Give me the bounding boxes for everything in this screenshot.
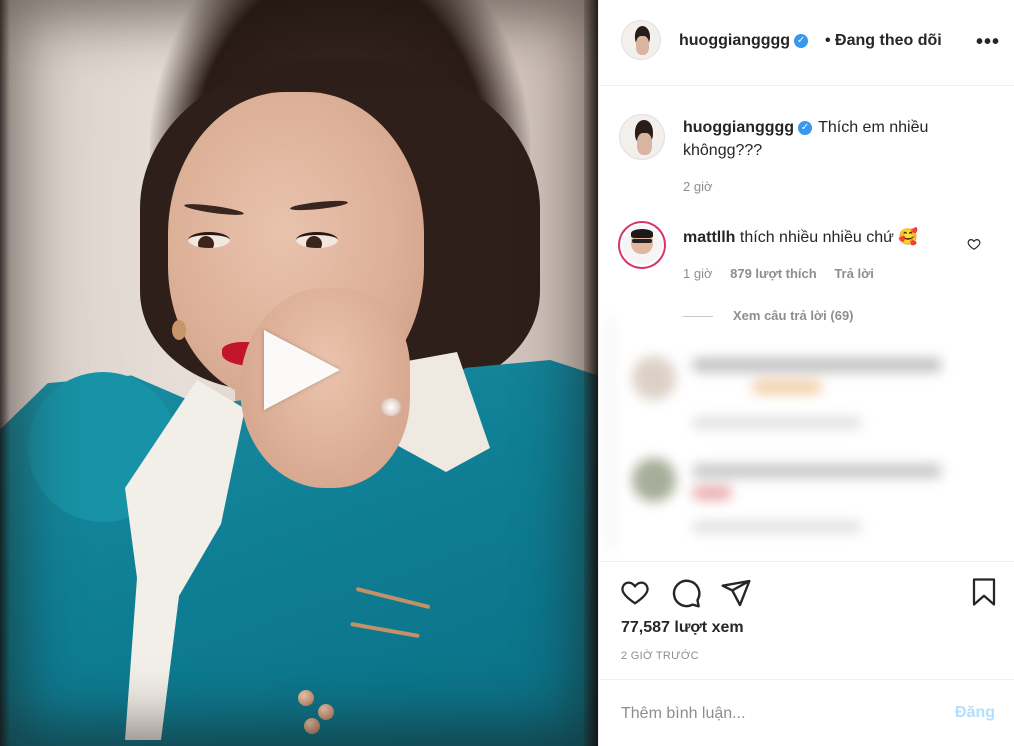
earring-shape [172,320,186,340]
play-icon [264,330,340,410]
commenter-avatar[interactable] [620,223,664,267]
avatar-hair [630,229,654,238]
comment-bubble-icon[interactable] [670,577,702,609]
right-eye [296,232,338,248]
replies-divider [683,316,713,317]
comments-section: huoggiangggg ✓ Thích em nhiều khôngg??? 2 … [599,86,1014,562]
caption-author-avatar[interactable] [619,114,665,160]
share-paper-plane-icon[interactable] [720,577,752,609]
blurred-text [692,358,942,372]
caption-time: 2 giờ [683,179,713,194]
film-edge-right [584,0,598,746]
like-heart-icon[interactable] [619,577,651,607]
blurred-meta [692,522,862,532]
play-button[interactable] [250,318,354,422]
blurred-text [692,464,942,478]
follow-status[interactable]: • Đang theo dõi [825,32,942,50]
blurred-emoji [692,486,732,500]
post-comment-button[interactable]: Đăng [955,704,995,722]
post-actions: 77,587 lượt xem 2 GIỜ TRƯỚC [599,562,1014,680]
jacket-button [304,718,320,734]
verified-badge-icon: ✓ [794,33,809,48]
save-bookmark-icon[interactable] [969,576,999,608]
blurred-meta [692,418,862,428]
author-username[interactable]: huoggiangggg ✓ [679,32,809,50]
comment-meta: 1 giờ 879 lượt thích Trả lời [683,266,874,281]
caption-username[interactable]: huoggiangggg [683,119,794,136]
posted-time: 2 GIỜ TRƯỚC [621,650,699,662]
add-comment-bar: Đăng [599,680,1014,746]
blurred-emoji [752,380,822,394]
post-sidebar: huoggiangggg ✓ • Đang theo dõi ••• huoggi… [598,0,1014,746]
comment-item: mattllh thích nhiều nhiều chứ 🥰 [683,226,963,249]
add-comment-input[interactable] [621,702,941,726]
left-eye [188,232,230,248]
post-header: huoggiangggg ✓ • Đang theo dõi ••• [599,0,1014,86]
avatar-glasses [632,239,652,244]
post-video[interactable] [0,0,598,746]
avatar-face [636,36,650,56]
comment-likes[interactable]: 879 lượt thích [730,266,817,281]
comment-like-heart-icon[interactable] [967,237,981,251]
jacket-button [298,690,314,706]
blurred-avatar [632,458,676,502]
avatar-face [636,132,652,155]
verified-badge-icon: ✓ [798,120,813,135]
username-text[interactable]: huoggiangggg [679,32,790,49]
reply-button[interactable]: Trả lời [834,266,874,281]
blurred-avatar [632,356,676,400]
comment-username[interactable]: mattllh [683,229,735,246]
comment-time: 1 giờ [683,266,713,281]
comment-text: thích nhiều nhiều chứ 🥰 [739,229,919,246]
ring-shape [380,398,402,416]
caption: huoggiangggg ✓ Thích em nhiều khôngg??? [683,116,983,162]
blurred-comments [609,318,1009,548]
jacket-button [318,704,334,720]
film-edge-left [0,0,10,746]
view-count[interactable]: 77,587 lượt xem [621,619,744,637]
more-options-icon[interactable]: ••• [976,31,1000,54]
author-avatar[interactable] [621,20,661,60]
